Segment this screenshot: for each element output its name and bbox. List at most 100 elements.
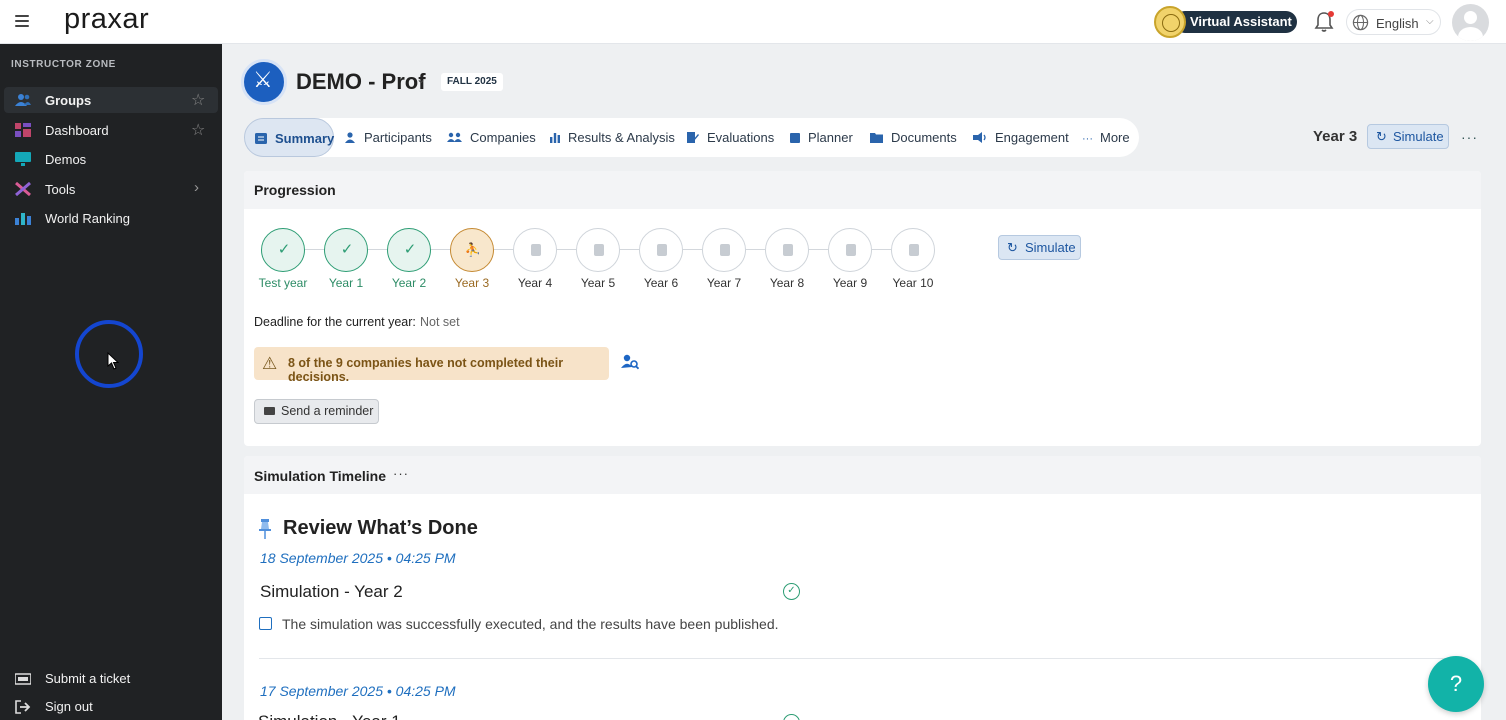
tab-documents[interactable]: Documents bbox=[870, 118, 957, 157]
step-label: Year 1 bbox=[328, 276, 364, 290]
lock-icon bbox=[594, 244, 604, 256]
pin-icon bbox=[259, 519, 271, 539]
step-label: Year 8 bbox=[769, 276, 805, 290]
tab-participants[interactable]: Participants bbox=[344, 118, 432, 157]
progression-connector bbox=[494, 249, 513, 250]
simulate-button[interactable]: ↻ Simulate bbox=[1367, 124, 1449, 149]
chevron-right-icon: › bbox=[194, 179, 199, 196]
star-icon[interactable]: ☆ bbox=[191, 120, 205, 140]
progression-connector bbox=[620, 249, 639, 250]
check-icon: ✓ bbox=[340, 241, 354, 258]
planner-icon bbox=[790, 133, 800, 143]
ticket-icon bbox=[15, 673, 31, 685]
timeline-header: Simulation Timeline bbox=[244, 456, 1481, 494]
dashboard-icon bbox=[15, 123, 31, 137]
help-button[interactable]: ? bbox=[1428, 656, 1484, 712]
timeline-title: Simulation Timeline bbox=[254, 468, 386, 484]
step-label: Year 9 bbox=[832, 276, 868, 290]
more-icon: ··· bbox=[1082, 133, 1093, 145]
tab-companies[interactable]: Companies bbox=[447, 118, 536, 157]
virtual-assistant-button[interactable]: Virtual Assistant bbox=[1154, 6, 1298, 38]
tab-label: Summary bbox=[275, 131, 335, 146]
step-label: Year 7 bbox=[706, 276, 742, 290]
star-icon[interactable]: ☆ bbox=[191, 90, 205, 110]
step-circle: ✓ bbox=[324, 228, 368, 272]
app-logo[interactable]: praxar bbox=[64, 3, 149, 36]
term-badge: FALL 2025 bbox=[441, 73, 503, 91]
simulate-button[interactable]: ↻ Simulate bbox=[998, 235, 1081, 260]
chevron-down-icon[interactable]: ⌄ bbox=[416, 72, 426, 86]
language-select[interactable]: English ⌵ bbox=[1346, 9, 1441, 35]
virtual-assistant-label: Virtual Assistant bbox=[1174, 11, 1297, 33]
sidebar-item-groups[interactable]: Groups ☆ bbox=[4, 87, 218, 113]
warning-icon: ⚠ bbox=[262, 354, 278, 373]
folder-icon bbox=[870, 133, 883, 143]
tab-results-analysis[interactable]: Results & Analysis bbox=[550, 118, 675, 157]
timeline-more-icon[interactable]: ··· bbox=[393, 466, 409, 481]
warning-text: 8 of the 9 companies have not completed … bbox=[288, 356, 564, 384]
step-label: Year 5 bbox=[580, 276, 616, 290]
sidebar-item-world-ranking[interactable]: World Ranking bbox=[4, 205, 218, 231]
sidebar-item-label: Demos bbox=[45, 152, 87, 167]
lock-icon bbox=[720, 244, 730, 256]
timeline-item-description: The simulation was successfully executed… bbox=[282, 616, 779, 632]
cursor-icon bbox=[107, 352, 119, 370]
deadline-value: Not set bbox=[420, 315, 460, 329]
warning-banner: ⚠ 8 of the 9 companies have not complete… bbox=[254, 347, 609, 384]
lock-icon bbox=[531, 244, 541, 256]
step-circle: ⛹ bbox=[450, 228, 494, 272]
tab-bar: Summary Participants Companies Results &… bbox=[244, 118, 1139, 157]
lock-icon bbox=[846, 244, 856, 256]
chevron-down-icon: ⌵ bbox=[1426, 16, 1434, 27]
progression-connector bbox=[305, 249, 324, 250]
progression-connector bbox=[683, 249, 702, 250]
timeline-divider bbox=[259, 658, 1467, 659]
deadline-label: Deadline for the current year: bbox=[254, 315, 416, 329]
help-icon: ? bbox=[1449, 671, 1463, 696]
send-reminder-button[interactable]: Send a reminder bbox=[254, 399, 379, 424]
tab-summary[interactable]: Summary bbox=[244, 118, 334, 157]
lock-icon bbox=[909, 244, 919, 256]
progression-title: Progression bbox=[254, 182, 336, 198]
step-label: Year 3 bbox=[454, 276, 490, 290]
step-circle bbox=[639, 228, 683, 272]
step-circle: ✓ bbox=[261, 228, 305, 272]
user-avatar[interactable] bbox=[1452, 4, 1489, 41]
tab-more[interactable]: ··· More bbox=[1082, 118, 1130, 157]
tab-evaluations[interactable]: Evaluations bbox=[687, 118, 774, 157]
tab-label: Planner bbox=[808, 130, 853, 145]
menu-icon[interactable] bbox=[15, 15, 29, 27]
sidebar-item-submit-ticket[interactable]: Submit a ticket bbox=[4, 668, 218, 690]
progression-connector bbox=[746, 249, 765, 250]
check-icon: ✓ bbox=[277, 241, 291, 258]
step-circle bbox=[513, 228, 557, 272]
user-search-icon[interactable] bbox=[621, 354, 639, 370]
sign-out-icon bbox=[15, 700, 31, 714]
timeline-heading: Review What’s Done bbox=[283, 517, 478, 539]
tab-engagement[interactable]: Engagement bbox=[973, 118, 1069, 157]
sidebar-item-dashboard[interactable]: Dashboard ☆ bbox=[4, 117, 218, 143]
tools-icon bbox=[15, 182, 31, 196]
notification-dot bbox=[1328, 11, 1334, 17]
sidebar-zone-title: INSTRUCTOR ZONE bbox=[11, 59, 116, 70]
step-label: Year 2 bbox=[391, 276, 427, 290]
top-bar: praxar Virtual Assistant English ⌵ bbox=[0, 0, 1506, 44]
sidebar-item-demos[interactable]: Demos bbox=[4, 146, 218, 172]
ranking-icon bbox=[15, 213, 31, 225]
tab-label: Results & Analysis bbox=[568, 130, 675, 145]
progression-connector bbox=[368, 249, 387, 250]
timeline-date: 17 September 2025 • 04:25 PM bbox=[260, 683, 456, 699]
simulate-label: Simulate bbox=[1025, 240, 1076, 255]
progression-connector bbox=[431, 249, 450, 250]
sidebar-item-label: Submit a ticket bbox=[45, 671, 131, 686]
more-options-icon[interactable]: ··· bbox=[1461, 129, 1478, 145]
sidebar-item-sign-out[interactable]: Sign out bbox=[4, 696, 218, 718]
sidebar-item-tools[interactable]: Tools › bbox=[4, 176, 218, 202]
timeline-card: Simulation Timeline bbox=[244, 456, 1481, 720]
tab-planner[interactable]: Planner bbox=[790, 118, 853, 157]
progression-card: Progression bbox=[244, 171, 1481, 446]
page-title: DEMO - Prof bbox=[296, 69, 426, 94]
check-circle-icon: ✓ bbox=[783, 583, 800, 600]
tab-label: Documents bbox=[891, 130, 957, 145]
current-step-icon: ⛹ bbox=[464, 242, 482, 257]
